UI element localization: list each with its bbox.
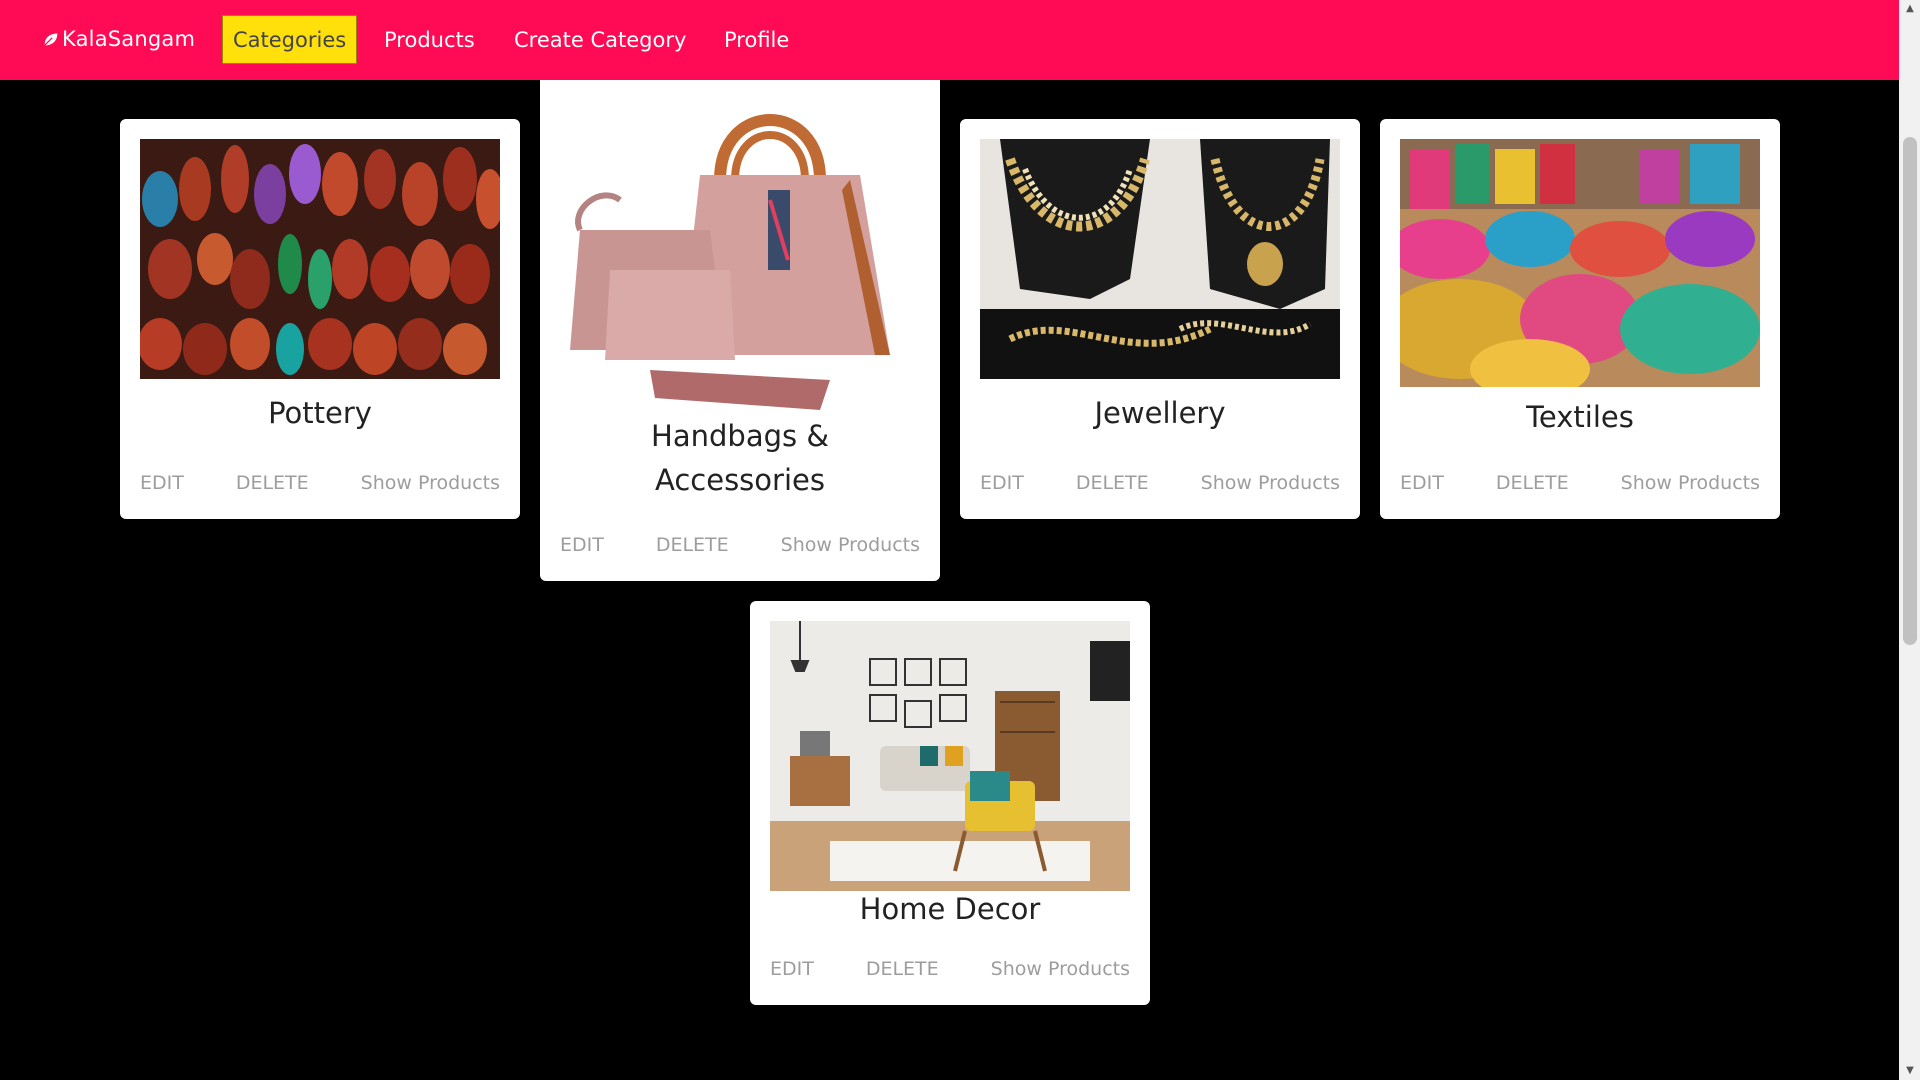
category-card-textiles: Textiles EDIT DELETE Show Products: [1380, 119, 1780, 519]
nav-categories[interactable]: Categories: [222, 15, 358, 64]
category-card-home-decor: Home Decor EDIT DELETE Show Products: [750, 601, 1150, 1005]
living-room-photo: [770, 621, 1130, 891]
delete-button[interactable]: DELETE: [656, 534, 729, 556]
brand-logo[interactable]: KalaSangam: [42, 27, 195, 51]
top-navbar: KalaSangam Categories Products Create Ca…: [0, 0, 1899, 80]
edit-button[interactable]: EDIT: [560, 534, 604, 556]
show-products-button[interactable]: Show Products: [1621, 472, 1760, 494]
category-card-pottery: Pottery EDIT DELETE Show Products: [120, 119, 520, 519]
edit-button[interactable]: EDIT: [770, 958, 814, 980]
category-card-jewellery: Jewellery EDIT DELETE Show Products: [960, 119, 1360, 519]
scroll-down-arrow-icon[interactable]: ▼: [1903, 1064, 1917, 1078]
show-products-button[interactable]: Show Products: [361, 472, 500, 494]
category-actions: EDIT DELETE Show Products: [560, 534, 920, 556]
category-title: Jewellery: [1094, 396, 1226, 430]
category-actions: EDIT DELETE Show Products: [1400, 472, 1760, 494]
nav-create-category[interactable]: Create Category: [514, 0, 686, 80]
delete-button[interactable]: DELETE: [866, 958, 939, 980]
leaf-icon: [44, 33, 58, 46]
jewellery-photo: [980, 139, 1340, 379]
category-title: Home Decor: [859, 892, 1041, 926]
show-products-button[interactable]: Show Products: [1201, 472, 1340, 494]
category-title: Handbags & Accessories: [540, 414, 940, 502]
scrollbar-thumb[interactable]: [1903, 137, 1917, 645]
category-actions: EDIT DELETE Show Products: [140, 472, 500, 494]
show-products-button[interactable]: Show Products: [991, 958, 1130, 980]
scroll-up-arrow-icon[interactable]: ▲: [1903, 2, 1917, 16]
category-card-handbags: Handbags & Accessories EDIT DELETE Show …: [540, 50, 940, 581]
edit-button[interactable]: EDIT: [980, 472, 1024, 494]
delete-button[interactable]: DELETE: [1496, 472, 1569, 494]
nav-products[interactable]: Products: [384, 0, 475, 80]
nav-profile[interactable]: Profile: [724, 0, 789, 80]
delete-button[interactable]: DELETE: [236, 472, 309, 494]
category-title: Pottery: [268, 396, 372, 430]
show-products-button[interactable]: Show Products: [781, 534, 920, 556]
delete-button[interactable]: DELETE: [1076, 472, 1149, 494]
category-actions: EDIT DELETE Show Products: [980, 472, 1340, 494]
category-title-line1: Handbags &: [651, 419, 829, 453]
edit-button[interactable]: EDIT: [1400, 472, 1444, 494]
category-actions: EDIT DELETE Show Products: [770, 958, 1130, 980]
category-title-line2: Accessories: [655, 463, 825, 497]
handbag-photo: [560, 80, 920, 410]
category-title: Textiles: [1526, 400, 1634, 434]
pottery-photo: [140, 139, 500, 379]
brand-name: KalaSangam: [62, 27, 196, 51]
textiles-photo: [1400, 139, 1760, 387]
edit-button[interactable]: EDIT: [140, 472, 184, 494]
